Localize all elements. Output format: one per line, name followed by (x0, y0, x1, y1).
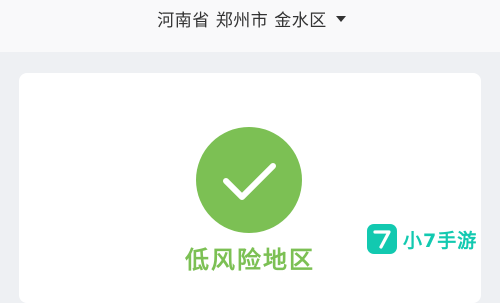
watermark-text: 小7手游 (403, 229, 478, 252)
city-label: 郑州市 (215, 10, 269, 31)
location-selector[interactable]: 河南省 郑州市 金水区 (0, 0, 500, 36)
seven-logo-icon (367, 224, 397, 254)
check-circle-icon (196, 127, 302, 233)
caret-down-icon[interactable] (335, 16, 346, 22)
district-label: 金水区 (274, 10, 327, 31)
province-label: 河南省 (157, 10, 210, 31)
watermark: 小7手游 (367, 224, 477, 254)
header-bar: 河南省 郑州市 金水区 (0, 0, 500, 52)
